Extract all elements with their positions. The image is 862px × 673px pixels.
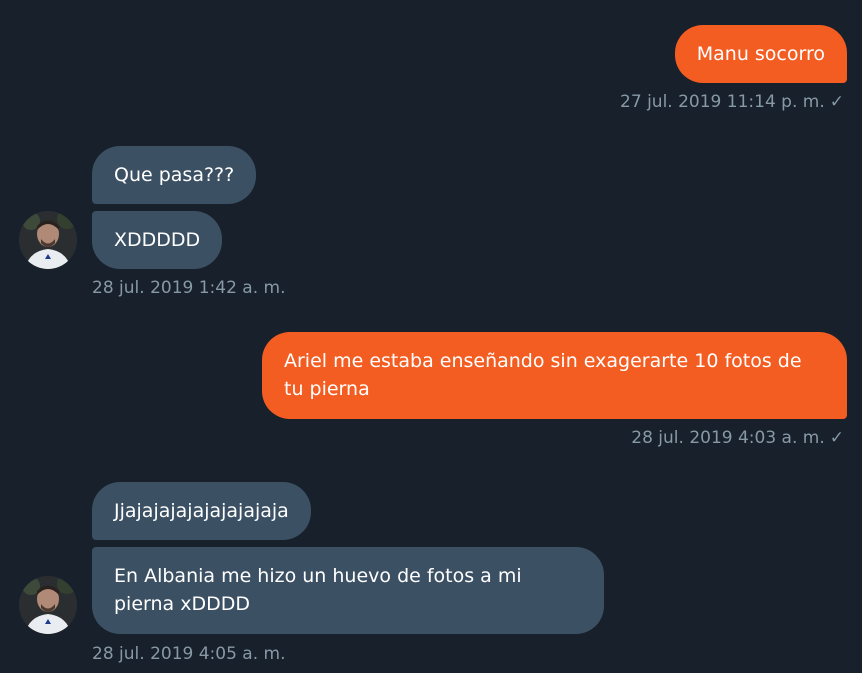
contact-avatar[interactable] — [19, 211, 77, 269]
outgoing-message[interactable]: Manu socorro — [674, 25, 847, 83]
message-text: Que pasa??? — [114, 164, 235, 186]
timestamp-text: 28 jul. 2019 4:05 a. m. — [92, 644, 286, 664]
message-text: Manu socorro — [696, 43, 825, 65]
message-text: XDDDDD — [114, 229, 201, 251]
outgoing-message[interactable]: Ariel me estaba enseñando sin exagerarte… — [262, 332, 847, 419]
timestamp-text: 27 jul. 2019 11:14 p. m. — [620, 92, 825, 112]
message-timestamp: 28 jul. 2019 4:05 a. m. — [92, 644, 286, 664]
message-text: Ariel me estaba enseñando sin exagerarte… — [284, 350, 802, 400]
message-timestamp: 27 jul. 2019 11:14 p. m. ✓ — [620, 92, 844, 112]
message-timestamp: 28 jul. 2019 4:03 a. m. ✓ — [631, 428, 844, 448]
message-text: Jjajajajajajajajajaja — [114, 500, 289, 522]
timestamp-text: 28 jul. 2019 1:42 a. m. — [92, 278, 286, 298]
avatar-image — [19, 576, 77, 634]
timestamp-text: 28 jul. 2019 4:03 a. m. — [631, 428, 825, 448]
avatar-image — [19, 211, 77, 269]
contact-avatar[interactable] — [19, 576, 77, 634]
incoming-message[interactable]: Jjajajajajajajajajaja — [92, 482, 311, 540]
checkmark-icon: ✓ — [829, 428, 844, 448]
incoming-message[interactable]: XDDDDD — [92, 211, 223, 269]
incoming-message[interactable]: En Albania me hizo un huevo de fotos a m… — [92, 547, 604, 634]
incoming-message[interactable]: Que pasa??? — [92, 146, 257, 204]
checkmark-icon: ✓ — [829, 92, 844, 112]
message-timestamp: 28 jul. 2019 1:42 a. m. — [92, 278, 286, 298]
message-text: En Albania me hizo un huevo de fotos a m… — [114, 565, 522, 615]
